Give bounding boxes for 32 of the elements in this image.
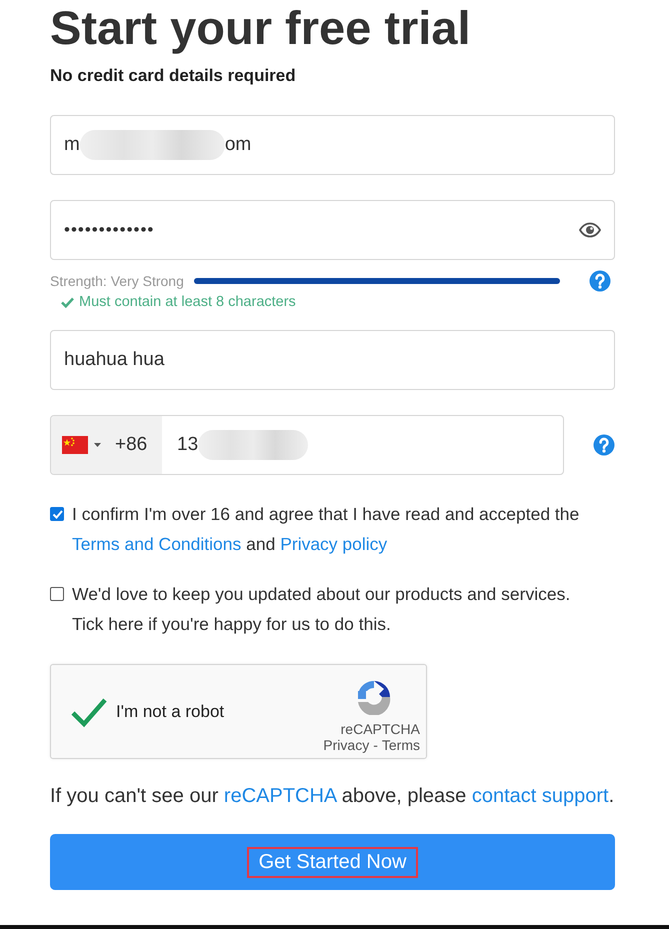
password-value: ••••••••••••• bbox=[64, 220, 154, 240]
checkbox[interactable] bbox=[50, 587, 64, 601]
phone-field[interactable]: +86 13 bbox=[50, 415, 564, 475]
checkbox[interactable] bbox=[50, 507, 64, 521]
help-icon bbox=[593, 434, 615, 456]
email-field[interactable]: m om bbox=[50, 115, 615, 175]
link[interactable]: Privacy policy bbox=[280, 534, 388, 554]
link[interactable]: reCAPTCHA bbox=[224, 785, 336, 807]
flag-icon bbox=[62, 436, 88, 454]
strength-label: Strength: Very Strong bbox=[50, 273, 184, 289]
captcha-brand: reCAPTCHA bbox=[340, 721, 420, 737]
phone-value: 13 bbox=[177, 434, 198, 456]
country-selector[interactable]: +86 bbox=[51, 416, 162, 474]
support-note: If you can't see our reCAPTCHA above, please contact support. bbox=[50, 784, 615, 809]
privacy-link[interactable]: Privacy bbox=[323, 737, 370, 753]
name-field[interactable]: huahua hua bbox=[50, 330, 615, 390]
dial-code: +86 bbox=[115, 434, 148, 456]
eye-icon bbox=[579, 222, 601, 238]
page-title: Start your free trial bbox=[50, 1, 471, 55]
caret-icon bbox=[94, 443, 101, 447]
subtitle: No credit card details required bbox=[50, 66, 296, 86]
terms-link[interactable]: Terms bbox=[382, 737, 420, 753]
link[interactable]: Terms and Conditions bbox=[72, 534, 242, 554]
link[interactable]: contact support bbox=[472, 785, 609, 807]
consent-text: I confirm I'm over 16 and agree that I have read and accepted the Terms and Conditions and Privacy policy bbox=[72, 503, 580, 556]
check-icon bbox=[52, 509, 62, 519]
separator: - bbox=[373, 737, 378, 753]
password-field[interactable]: ••••••••••••• bbox=[50, 200, 615, 260]
captcha-label: I'm not a robot bbox=[116, 702, 224, 722]
rule-text: Must contain at least 8 characters bbox=[79, 294, 296, 310]
consent-text: We'd love to keep you updated about our products and services. Tick here if you're happy for us to do this. bbox=[72, 583, 572, 636]
help-icon bbox=[588, 270, 611, 292]
